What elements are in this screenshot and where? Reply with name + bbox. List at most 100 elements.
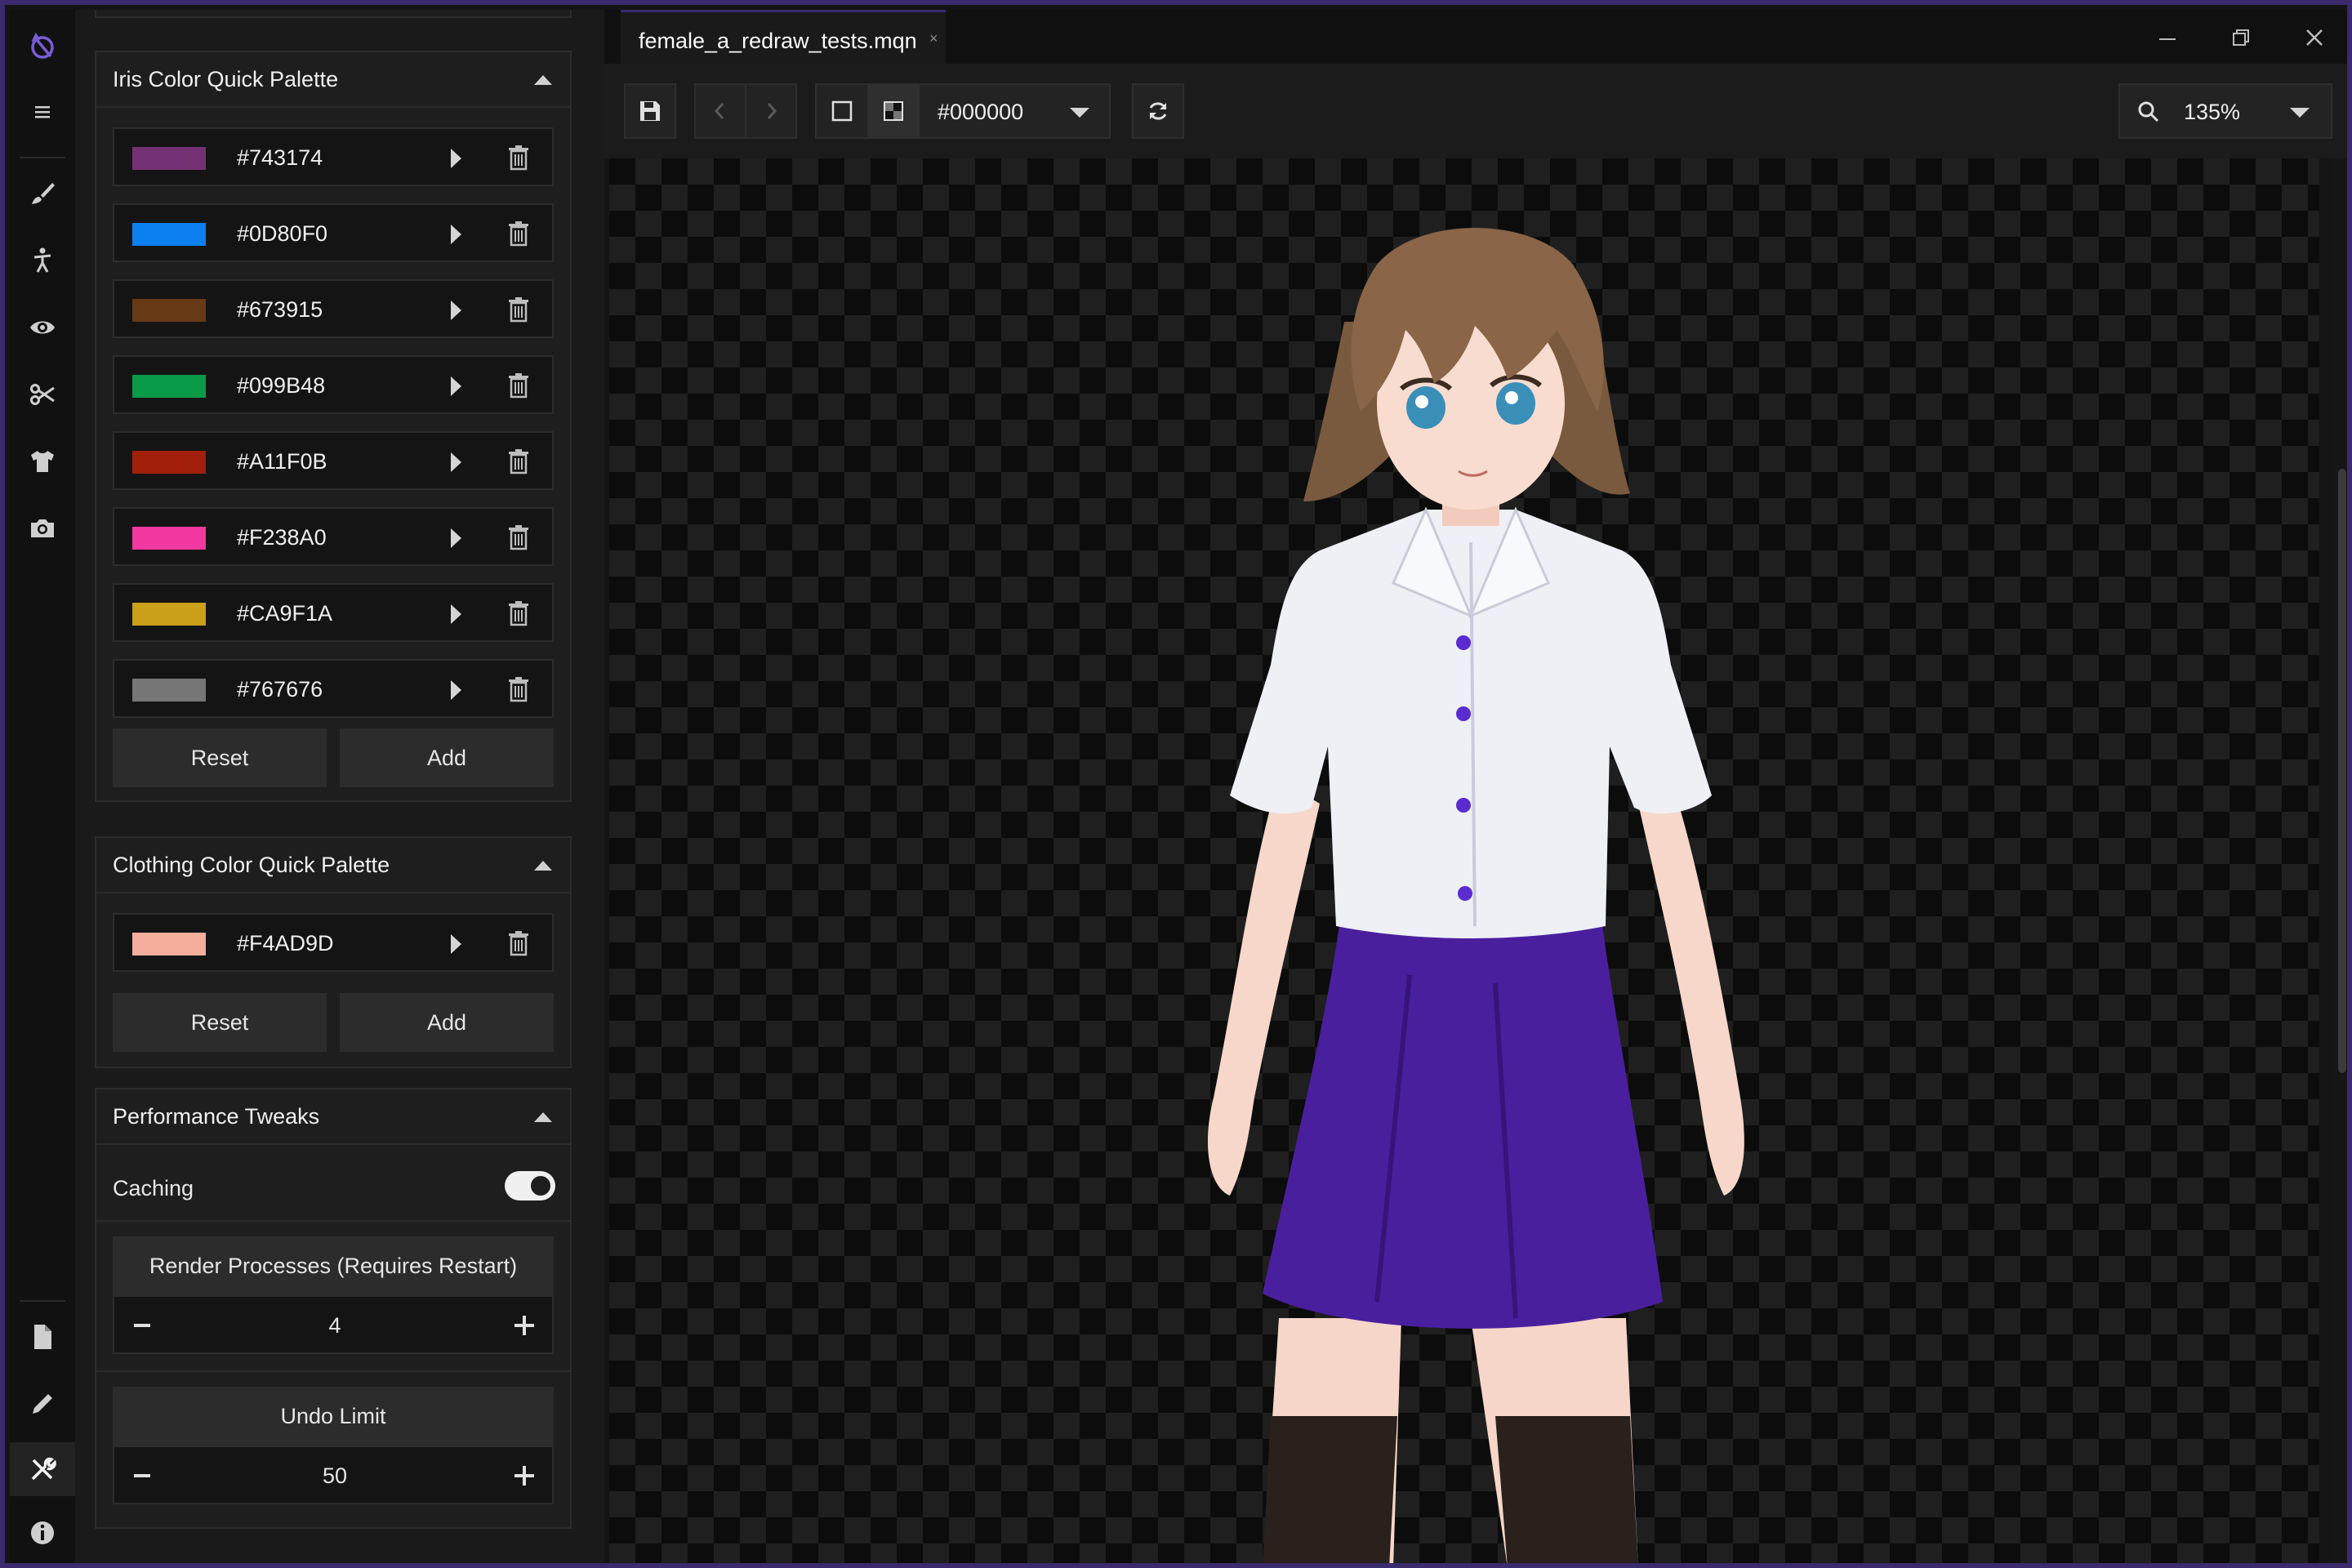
collapse-caret-icon[interactable]: [534, 861, 552, 871]
color-palette-row[interactable]: #F238A0: [113, 507, 554, 566]
caching-toggle[interactable]: [505, 1171, 555, 1200]
scrollbar-thumb[interactable]: [2338, 469, 2346, 1073]
wrench-tools-icon[interactable]: [10, 1442, 75, 1496]
trash-icon[interactable]: [506, 675, 531, 703]
undo-back-icon[interactable]: [694, 83, 746, 139]
color-hex-value: #CA9F1A: [237, 601, 333, 626]
apply-color-icon[interactable]: [451, 225, 461, 244]
canvas-scrollbar[interactable]: [2332, 158, 2347, 1563]
chevron-down-icon[interactable]: [2290, 108, 2310, 118]
iris-reset-button[interactable]: Reset: [113, 728, 327, 787]
clothing-palette-header[interactable]: Clothing Color Quick Palette: [96, 838, 570, 893]
color-palette-row[interactable]: #0D80F0: [113, 203, 554, 262]
divider: [96, 1370, 570, 1372]
color-palette-row[interactable]: #A11F0B: [113, 431, 554, 490]
tab-title: female_a_redraw_tests.mqn: [639, 29, 917, 53]
trash-icon[interactable]: [506, 372, 531, 399]
clothing-reset-button[interactable]: Reset: [113, 993, 327, 1052]
search-icon: [2136, 100, 2161, 128]
pencil-icon[interactable]: [22, 1383, 63, 1424]
trash-icon[interactable]: [506, 523, 531, 551]
hamburger-menu-icon[interactable]: [22, 91, 63, 132]
iris-add-button[interactable]: Add: [340, 728, 554, 787]
color-palette-row[interactable]: #673915: [113, 279, 554, 338]
color-swatch[interactable]: [132, 223, 206, 246]
color-palette-row[interactable]: #099B48: [113, 355, 554, 414]
previous-section-edge: [95, 10, 572, 18]
apply-color-icon[interactable]: [451, 604, 461, 624]
apply-color-icon[interactable]: [451, 149, 461, 168]
apply-color-icon[interactable]: [451, 528, 461, 548]
clothing-add-button[interactable]: Add: [340, 993, 554, 1052]
apply-color-icon[interactable]: [451, 680, 461, 700]
scissors-icon[interactable]: [22, 374, 63, 415]
color-palette-row[interactable]: #CA9F1A: [113, 583, 554, 642]
collapse-caret-icon[interactable]: [534, 1112, 552, 1122]
zoom-select[interactable]: 135%: [2118, 83, 2332, 139]
color-hex-value: #F238A0: [237, 525, 327, 550]
color-palette-row[interactable]: #F4AD9D: [113, 913, 554, 972]
performance-header[interactable]: Performance Tweaks: [96, 1089, 570, 1145]
color-swatch[interactable]: [132, 451, 206, 474]
figure-pose-icon[interactable]: [22, 240, 63, 281]
info-icon[interactable]: [22, 1512, 63, 1553]
color-swatch[interactable]: [132, 147, 206, 170]
apply-color-icon[interactable]: [451, 934, 461, 954]
clothing-palette-section: Clothing Color Quick Palette #F4AD9D Res…: [95, 836, 572, 1068]
color-swatch[interactable]: [132, 679, 206, 702]
collapse-caret-icon[interactable]: [534, 75, 552, 85]
color-palette-row[interactable]: #743174: [113, 127, 554, 186]
trash-icon[interactable]: [506, 929, 531, 957]
transparent-bg-square-icon[interactable]: [817, 85, 867, 137]
undo-limit-label: Undo Limit: [113, 1387, 554, 1446]
icon-rail: [10, 10, 75, 1563]
trash-icon[interactable]: [506, 448, 531, 475]
shirt-icon[interactable]: [22, 441, 63, 482]
anime-character-render: [1207, 228, 1744, 1563]
iris-palette-header[interactable]: Iris Color Quick Palette: [96, 52, 570, 108]
rail-divider: [20, 157, 65, 158]
color-swatch[interactable]: [132, 375, 206, 398]
apply-color-icon[interactable]: [451, 301, 461, 320]
trash-icon[interactable]: [506, 296, 531, 323]
increment-button[interactable]: [523, 1466, 526, 1486]
caching-label: Caching: [113, 1176, 194, 1200]
color-swatch[interactable]: [132, 299, 206, 322]
rail-divider: [20, 1300, 65, 1302]
restore-icon[interactable]: [2226, 26, 2256, 51]
settings-panel: Iris Color Quick Palette #743174 #0D80F0 #…: [75, 10, 604, 1563]
save-icon[interactable]: [624, 83, 676, 139]
trash-icon[interactable]: [506, 599, 531, 627]
chevron-down-icon[interactable]: [1070, 108, 1089, 118]
brush-icon[interactable]: [22, 173, 63, 214]
apply-color-icon[interactable]: [451, 452, 461, 472]
camera-icon[interactable]: [22, 508, 63, 549]
color-swatch[interactable]: [132, 527, 206, 550]
checker-bg-icon[interactable]: [867, 85, 920, 137]
minimize-icon[interactable]: [2153, 26, 2182, 51]
eye-icon[interactable]: [22, 307, 63, 348]
render-processes-value[interactable]: 4: [114, 1313, 555, 1339]
increment-button[interactable]: [523, 1316, 526, 1335]
trash-icon[interactable]: [506, 144, 531, 172]
undo-limit-value[interactable]: 50: [114, 1463, 555, 1489]
divider: [96, 1220, 570, 1222]
document-icon[interactable]: [22, 1316, 63, 1357]
document-tab[interactable]: female_a_redraw_tests.mqn ×: [621, 10, 946, 64]
close-window-icon[interactable]: [2300, 26, 2329, 51]
iris-palette-section: Iris Color Quick Palette #743174 #0D80F0 #…: [95, 51, 572, 802]
app-window: Iris Color Quick Palette #743174 #0D80F0 #…: [0, 0, 2352, 1568]
color-hex-value: #673915: [237, 297, 323, 322]
color-palette-row[interactable]: #767676: [113, 659, 554, 718]
app-logo-icon[interactable]: [22, 26, 63, 67]
tab-close-icon[interactable]: ×: [929, 30, 938, 47]
trash-icon[interactable]: [506, 220, 531, 247]
apply-color-icon[interactable]: [451, 376, 461, 396]
render-canvas[interactable]: [609, 158, 2319, 1563]
background-color-picker[interactable]: #000000: [815, 83, 1111, 139]
redo-forward-icon[interactable]: [745, 83, 797, 139]
color-swatch[interactable]: [132, 933, 206, 956]
undo-limit-stepper: 50: [113, 1446, 554, 1504]
color-swatch[interactable]: [132, 603, 206, 626]
refresh-icon[interactable]: [1132, 83, 1184, 139]
